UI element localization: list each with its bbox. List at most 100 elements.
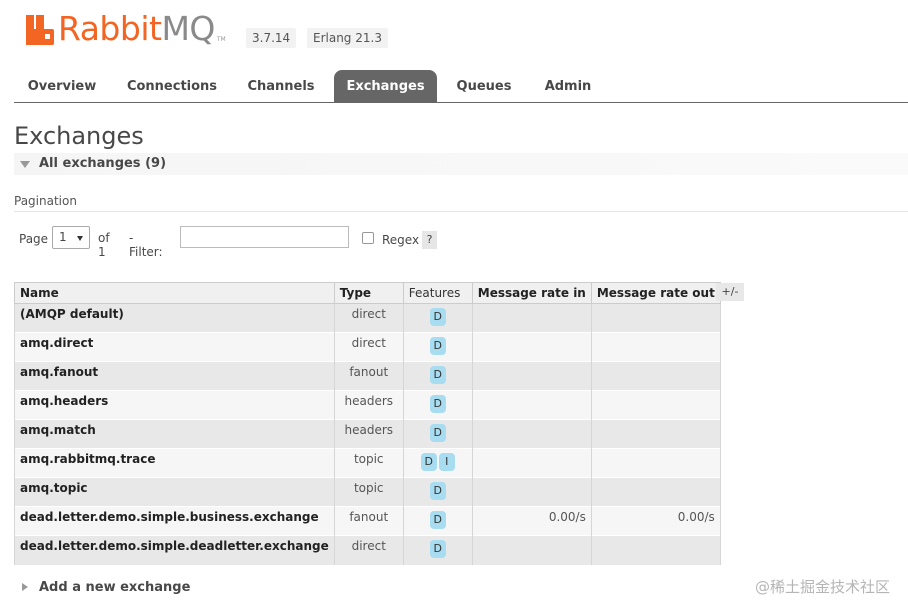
regex-checkbox[interactable] bbox=[362, 232, 374, 244]
durable-badge: D bbox=[429, 511, 446, 529]
dropdown-caret-icon bbox=[77, 236, 83, 241]
rate-in bbox=[471, 303, 592, 333]
table-row[interactable]: amq.rabbitmq.trace topic DI bbox=[14, 448, 721, 478]
rate-in bbox=[471, 419, 592, 449]
exchange-name-link[interactable]: dead.letter.demo.simple.deadletter.excha… bbox=[14, 535, 335, 565]
tab-channels[interactable]: Channels bbox=[240, 70, 322, 103]
table-row[interactable]: amq.topic topic D bbox=[14, 477, 721, 507]
tab-admin[interactable]: Admin bbox=[538, 70, 598, 103]
logo-trademark: TM bbox=[216, 36, 226, 43]
internal-badge: I bbox=[438, 453, 455, 471]
rate-in bbox=[471, 361, 592, 391]
table-row[interactable]: amq.headers headers D bbox=[14, 390, 721, 420]
add-exchange-label: Add a new exchange bbox=[39, 580, 191, 595]
exchange-type: direct bbox=[333, 303, 404, 333]
exchange-type: headers bbox=[333, 419, 404, 449]
rate-out bbox=[590, 303, 721, 333]
version-badge: 3.7.14 bbox=[246, 28, 297, 48]
features-cell: D bbox=[402, 361, 473, 391]
page-select[interactable]: 1 bbox=[52, 226, 90, 249]
features-cell: D bbox=[402, 419, 473, 449]
expand-triangle-icon bbox=[22, 583, 28, 591]
rate-in bbox=[471, 332, 592, 362]
regex-help-button[interactable]: ? bbox=[422, 231, 437, 249]
divider bbox=[14, 211, 908, 212]
filter-input[interactable] bbox=[180, 226, 349, 248]
column-toggle-button[interactable]: +/- bbox=[716, 283, 744, 301]
rate-in bbox=[471, 477, 592, 507]
exchange-type: fanout bbox=[333, 506, 404, 536]
rate-in: 0.00/s bbox=[471, 506, 592, 536]
exchange-name-link[interactable]: dead.letter.demo.simple.business.exchang… bbox=[14, 506, 335, 536]
regex-label: Regex bbox=[382, 233, 420, 247]
rabbit-logo-icon bbox=[26, 15, 54, 45]
table-row[interactable]: amq.direct direct D bbox=[14, 332, 721, 362]
table-row[interactable]: dead.letter.demo.simple.business.exchang… bbox=[14, 506, 721, 536]
page-label: Page bbox=[19, 232, 49, 246]
features-cell: D bbox=[402, 535, 473, 565]
exchange-name-link[interactable]: amq.topic bbox=[14, 477, 335, 507]
exchange-type: topic bbox=[333, 477, 404, 507]
tab-connections[interactable]: Connections bbox=[118, 70, 226, 103]
durable-badge: D bbox=[429, 540, 446, 558]
exchange-name-link[interactable]: amq.rabbitmq.trace bbox=[14, 448, 335, 478]
durable-badge: D bbox=[429, 337, 446, 355]
collapse-triangle-icon bbox=[20, 161, 30, 168]
table-row[interactable]: (AMQP default) direct D bbox=[14, 303, 721, 333]
rate-out bbox=[590, 477, 721, 507]
durable-badge: D bbox=[429, 424, 446, 442]
exchange-type: direct bbox=[333, 535, 404, 565]
rate-in bbox=[471, 448, 592, 478]
tab-overview[interactable]: Overview bbox=[14, 70, 110, 103]
rate-out bbox=[590, 332, 721, 362]
features-cell: DI bbox=[402, 448, 473, 478]
features-cell: D bbox=[402, 303, 473, 333]
table-row[interactable]: amq.fanout fanout D bbox=[14, 361, 721, 391]
features-cell: D bbox=[402, 332, 473, 362]
table-row[interactable]: dead.letter.demo.simple.deadletter.excha… bbox=[14, 535, 721, 565]
logo-wordmark: RabbitMQ bbox=[58, 9, 215, 48]
durable-badge: D bbox=[420, 453, 437, 471]
column-header-rate-out[interactable]: Message rate out bbox=[590, 282, 721, 304]
durable-badge: D bbox=[429, 308, 446, 326]
page-count-label: of 1 bbox=[98, 231, 110, 259]
rate-out: 0.00/s bbox=[590, 506, 721, 536]
all-exchanges-toggle[interactable]: All exchanges (9) bbox=[14, 153, 908, 175]
rate-in bbox=[471, 390, 592, 420]
section-label: All exchanges (9) bbox=[39, 156, 167, 171]
rate-out bbox=[590, 419, 721, 449]
column-header-name[interactable]: Name bbox=[14, 282, 335, 304]
features-cell: D bbox=[402, 390, 473, 420]
main-nav: Overview Connections Channels Exchanges … bbox=[14, 70, 908, 103]
durable-badge: D bbox=[429, 395, 446, 413]
rate-out bbox=[590, 390, 721, 420]
durable-badge: D bbox=[429, 366, 446, 384]
column-header-type[interactable]: Type bbox=[333, 282, 404, 304]
exchange-type: direct bbox=[333, 332, 404, 362]
exchange-name-link[interactable]: amq.fanout bbox=[14, 361, 335, 391]
exchanges-table: Name Type Features Message rate in Messa… bbox=[14, 282, 721, 565]
exchange-type: fanout bbox=[333, 361, 404, 391]
page-title: Exchanges bbox=[14, 122, 144, 150]
exchange-name-link[interactable]: amq.direct bbox=[14, 332, 335, 362]
tab-exchanges[interactable]: Exchanges bbox=[334, 70, 437, 103]
column-header-rate-in[interactable]: Message rate in bbox=[471, 282, 592, 304]
exchange-type: headers bbox=[333, 390, 404, 420]
pagination-heading: Pagination bbox=[14, 194, 77, 208]
rate-out bbox=[590, 535, 721, 565]
table-row[interactable]: amq.match headers D bbox=[14, 419, 721, 449]
exchange-name-link[interactable]: amq.headers bbox=[14, 390, 335, 420]
filter-label: - Filter: bbox=[129, 231, 163, 259]
exchange-name-link[interactable]: (AMQP default) bbox=[14, 303, 335, 333]
column-header-features: Features bbox=[402, 282, 473, 304]
features-cell: D bbox=[402, 477, 473, 507]
exchange-name-link[interactable]: amq.match bbox=[14, 419, 335, 449]
watermark: @稀土掘金技术社区 bbox=[754, 578, 890, 596]
durable-badge: D bbox=[429, 482, 446, 500]
rate-out bbox=[590, 448, 721, 478]
exchange-type: topic bbox=[333, 448, 404, 478]
tab-queues[interactable]: Queues bbox=[450, 70, 518, 103]
features-cell: D bbox=[402, 506, 473, 536]
rabbitmq-logo[interactable]: RabbitMQ TM bbox=[26, 9, 226, 48]
rate-out bbox=[590, 361, 721, 391]
